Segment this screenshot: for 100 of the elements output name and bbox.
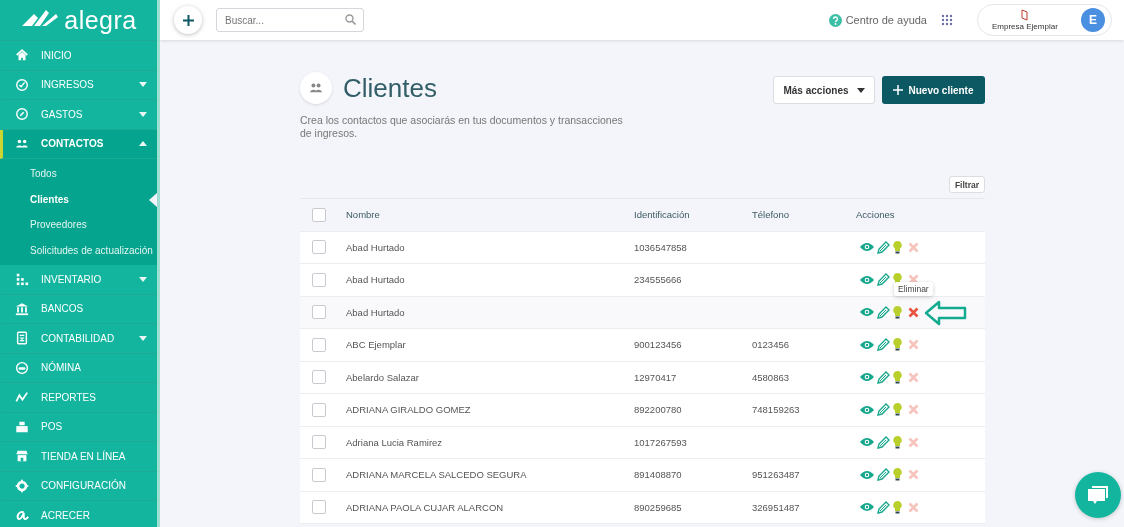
home-icon [15,48,29,63]
sidebar-item[interactable]: CONTABILIDAD [0,324,157,354]
payroll-icon [15,360,29,375]
column-header: Nombre [346,209,381,221]
page-title: Clientes [343,72,437,104]
table-cell-text: 892200780 [634,404,683,416]
sidebar-item[interactable]: REPORTES [0,383,157,413]
edit-icon[interactable] [877,435,890,449]
column-header: Télefono [752,209,790,221]
sidebar-item[interactable]: NÓMINA [0,353,157,383]
delete-icon[interactable] [908,306,919,318]
table-row[interactable]: Abelardo Salazar 12970417 4580863 [300,361,985,394]
table-row[interactable]: Abad Hurtado 1036547858 [300,231,985,264]
table-cell-text: 891408870 [634,469,683,481]
delete-icon[interactable] [908,501,919,513]
table-cell-text: 0123456 [752,339,790,351]
table-cell-text: 890259685 [634,501,683,513]
edit-icon[interactable] [877,273,890,287]
table-row[interactable]: ABC Ejemplar 900123456 0123456 [300,329,985,362]
sidebar-item[interactable]: CONTACTOS [0,129,157,159]
sidebar-item[interactable]: INGRESOS [0,70,157,100]
more-actions-button[interactable]: Más acciones [773,76,875,104]
add-button[interactable] [174,6,202,34]
table-row[interactable]: ADRIANA PAOLA CUJAR ALARCON 890259685 326951487 [300,491,985,524]
sidebar-item[interactable]: POS [0,412,157,442]
table-cell-text: 12970417 [634,371,678,383]
lightbulb-icon[interactable] [893,403,902,417]
edit-icon[interactable] [877,468,890,482]
edit-icon[interactable] [877,338,890,352]
sidebar-item[interactable]: CONFIGURACIÓN [0,471,157,501]
table-cell-text: 4580863 [752,371,790,383]
view-icon[interactable] [860,242,874,253]
company-logo-icon [1020,9,1029,21]
checkbox[interactable] [312,305,326,320]
submenu-item[interactable]: Clientes [0,186,157,212]
lightbulb-icon[interactable] [893,468,902,482]
lightbulb-icon[interactable] [893,240,902,254]
view-icon[interactable] [860,372,874,383]
help-link[interactable]: Centro de ayuda [845,14,927,26]
submenu-item[interactable]: Proveedores [0,212,157,238]
lightbulb-icon[interactable] [893,338,902,352]
lightbulb-icon[interactable] [893,370,902,384]
caret-icon [856,87,865,93]
view-icon[interactable] [860,469,874,480]
delete-icon[interactable] [908,404,919,416]
edit-icon[interactable] [877,403,890,417]
table-row[interactable]: ADRIANA MARCELA SALCEDO SEGURA 891408870 951263487 [300,459,985,492]
sidebar-item[interactable]: GASTOS [0,100,157,130]
view-icon[interactable] [860,274,874,285]
apps-grid-icon[interactable] [941,14,953,26]
checkbox[interactable] [312,272,326,287]
view-icon[interactable] [860,502,874,513]
edit-icon[interactable] [877,500,890,514]
sidebar-item[interactable]: BANCOS [0,294,157,324]
script-a-icon [15,508,29,523]
edit-icon[interactable] [877,240,890,254]
table-row[interactable]: ADRIANA GIRALDO GOMEZ 892200780 748159263 [300,394,985,427]
plus-icon [182,14,194,26]
user-avatar[interactable]: E [1081,8,1105,32]
submenu-item[interactable]: Solicitudes de actualización [0,237,157,263]
delete-icon[interactable] [908,241,919,253]
checkbox[interactable] [312,337,326,352]
checkbox[interactable] [312,370,326,385]
delete-icon[interactable] [908,371,919,383]
view-icon[interactable] [860,437,874,448]
filter-button[interactable]: Filtrar [948,176,985,193]
table-row[interactable]: Adriana Lucia Ramirez 1017267593 [300,426,985,459]
lightbulb-icon[interactable] [893,500,902,514]
view-icon[interactable] [860,307,874,318]
delete-icon[interactable] [908,436,919,448]
search-field[interactable]: Buscar... [216,8,364,32]
checkbox[interactable] [312,207,326,222]
checkbox[interactable] [312,467,326,482]
new-client-button[interactable]: Nuevo cliente [882,76,985,104]
delete-icon[interactable] [908,469,919,481]
delete-icon[interactable] [908,339,919,351]
checkbox[interactable] [312,500,326,515]
table-cell-text: ABC Ejemplar [346,339,407,351]
checkbox[interactable] [312,240,326,255]
view-icon[interactable] [860,339,874,350]
chat-button[interactable] [1075,472,1121,518]
help-icon[interactable] [828,13,842,27]
gauge-icon [15,107,29,122]
sidebar-item[interactable]: INVENTARIO [0,265,157,295]
arrow-icon [924,299,967,326]
edit-icon[interactable] [877,370,890,384]
lightbulb-icon[interactable] [893,305,902,319]
check-circle-icon [15,77,29,92]
sidebar-item[interactable]: INICIO [0,41,157,71]
sidebar-item[interactable]: ACRECER [0,501,157,527]
view-icon[interactable] [860,404,874,415]
table-cell-text: 326951487 [752,501,801,513]
submenu-item[interactable]: Todos [0,161,157,187]
checkbox[interactable] [312,435,326,450]
checkbox[interactable] [312,402,326,417]
cash-register-icon [15,419,29,434]
selection-pointer-icon [149,192,157,207]
lightbulb-icon[interactable] [893,435,902,449]
sidebar-item[interactable]: TIENDA EN LÍNEA [0,442,157,472]
edit-icon[interactable] [877,305,890,319]
